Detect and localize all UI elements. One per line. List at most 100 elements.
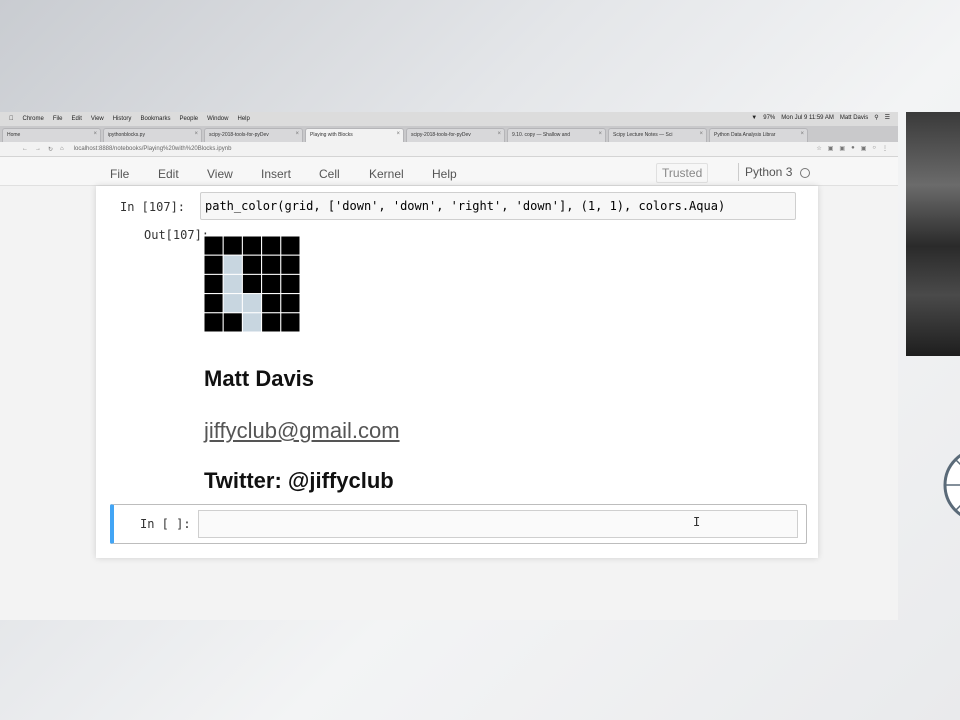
tab-label: 9.10. copy — Shallow and <box>512 132 571 138</box>
close-icon[interactable]: × <box>194 131 198 137</box>
close-icon[interactable]: × <box>699 131 703 137</box>
close-icon[interactable]: × <box>598 131 602 137</box>
tab-label: ipythonblocks.py <box>108 132 145 138</box>
extension-icon[interactable]: ▣ <box>839 145 845 152</box>
menu-history[interactable]: History <box>113 116 132 122</box>
kernel-name: Python 3 <box>745 165 793 179</box>
twitter-handle: Twitter: @jiffyclub <box>204 468 394 493</box>
extension-icon[interactable]: ● <box>851 145 855 152</box>
kernel-indicator[interactable]: Python 3 <box>738 163 816 181</box>
grid-block <box>222 312 243 332</box>
tab-scipy-2[interactable]: scipy-2018-tools-for-pyDev × <box>406 128 505 142</box>
mac-menubar:  Chrome File Edit View History Bookmark… <box>0 112 898 126</box>
close-icon[interactable]: × <box>497 131 501 137</box>
menu-help[interactable]: Help <box>237 116 249 122</box>
extension-icon[interactable]: ▣ <box>861 145 867 152</box>
grid-block <box>280 273 300 295</box>
user-name[interactable]: Matt Davis <box>840 115 868 121</box>
block-grid-output <box>204 236 300 332</box>
grid-block <box>241 293 263 314</box>
grid-block <box>280 293 300 314</box>
email-link[interactable]: jiffyclub@gmail.com <box>204 418 400 444</box>
back-icon[interactable]: ← <box>22 146 28 153</box>
grid-block <box>280 236 300 256</box>
forward-icon[interactable]: → <box>35 146 41 153</box>
grid-block <box>204 254 224 275</box>
grid-block <box>204 273 224 295</box>
grid-block <box>261 293 282 314</box>
tab-copy-docs[interactable]: 9.10. copy — Shallow and × <box>507 128 606 142</box>
code-text: path_color(grid, ['down', 'down', 'right… <box>205 199 726 213</box>
text-cursor: I <box>693 515 701 529</box>
star-icon[interactable]: ☆ <box>816 145 821 152</box>
speaker-video-thumbnail <box>906 112 960 356</box>
status-area: ▼ 97% Mon Jul 9 11:59 AM Matt Davis ⚲ ☰ <box>751 114 890 122</box>
code-cell-input[interactable]: path_color(grid, ['down', 'down', 'right… <box>200 192 796 220</box>
menu-bookmarks[interactable]: Bookmarks <box>140 116 170 122</box>
tab-label: Home <box>7 132 21 138</box>
close-icon[interactable]: × <box>396 131 400 137</box>
clock[interactable]: Mon Jul 9 11:59 AM <box>781 115 834 121</box>
grid-block <box>280 312 300 332</box>
grid-block <box>222 254 243 275</box>
input-prompt: In [107]: <box>120 200 186 214</box>
grid-block <box>241 312 263 332</box>
grid-block <box>222 236 243 256</box>
menu-view[interactable]: View <box>91 116 104 122</box>
close-icon[interactable]: × <box>93 131 97 137</box>
tab-bar: Home × ipythonblocks.py × scipy-2018-tools… <box>0 126 898 142</box>
trusted-indicator[interactable]: Trusted <box>656 163 709 183</box>
reload-icon[interactable]: ↻ <box>48 146 53 153</box>
menu-window[interactable]: Window <box>207 116 228 122</box>
more-icon[interactable]: ⋮ <box>882 145 888 152</box>
nb-menu-help[interactable]: Help <box>432 167 457 181</box>
home-icon[interactable]: ⌂ <box>60 146 64 153</box>
notebook-container: In [107]: path_color(grid, ['down', 'dow… <box>96 186 818 558</box>
grid-block <box>261 254 282 275</box>
tab-home[interactable]: Home × <box>2 128 101 142</box>
nb-menu-kernel[interactable]: Kernel <box>369 167 404 181</box>
tab-scipy-1[interactable]: scipy-2018-tools-for-pyDev × <box>204 128 303 142</box>
conference-logo-icon <box>943 453 960 517</box>
grid-block <box>222 293 243 314</box>
empty-cell-input[interactable]: I <box>198 510 798 538</box>
menu-list-icon[interactable]: ☰ <box>885 114 890 121</box>
tab-label: Python Data Analysis Librar <box>714 132 776 138</box>
tab-pandas[interactable]: Python Data Analysis Librar × <box>709 128 808 142</box>
apple-icon[interactable]:  <box>9 116 14 122</box>
nb-menu-cell[interactable]: Cell <box>319 167 340 181</box>
empty-input-prompt: In [ ]: <box>140 517 191 531</box>
nav-buttons: ← → ↻ ⌂ <box>22 146 64 153</box>
close-icon[interactable]: × <box>295 131 299 137</box>
extension-icon[interactable]: ○ <box>872 145 876 152</box>
menu-chrome[interactable]: Chrome <box>23 116 44 122</box>
menu-people[interactable]: People <box>179 116 198 122</box>
notebook-menubar: File Edit View Insert Cell Kernel Help T… <box>0 157 898 186</box>
grid-block <box>204 312 224 332</box>
url-field[interactable]: localhost:8888/notebooks/Playing%20with%… <box>74 146 232 152</box>
grid-block <box>204 293 224 314</box>
search-icon[interactable]: ⚲ <box>874 114 878 121</box>
tab-playing-with-blocks[interactable]: Playing with Blocks × <box>305 128 404 142</box>
nb-menu-insert[interactable]: Insert <box>261 167 291 181</box>
extension-icon[interactable]: ▣ <box>828 145 834 152</box>
kernel-status-icon <box>799 167 810 178</box>
nb-menu-file[interactable]: File <box>110 167 129 181</box>
grid-block <box>241 254 263 275</box>
close-icon[interactable]: × <box>800 131 804 137</box>
menu-file[interactable]: File <box>53 116 63 122</box>
wifi-icon[interactable]: ▼ <box>751 115 757 121</box>
tab-label: scipy-2018-tools-for-pyDev <box>411 132 471 138</box>
menu-edit[interactable]: Edit <box>72 116 82 122</box>
grid-block <box>261 273 282 295</box>
empty-code-cell[interactable]: In [ ]: I <box>110 504 807 544</box>
address-bar: ← → ↻ ⌂ localhost:8888/notebooks/Playing… <box>0 142 898 157</box>
nb-menu-view[interactable]: View <box>207 167 233 181</box>
grid-block <box>241 236 263 256</box>
output-prompt: Out[107]: <box>144 228 210 242</box>
nb-menu-edit[interactable]: Edit <box>158 167 179 181</box>
grid-block <box>204 236 224 256</box>
tab-label: scipy-2018-tools-for-pyDev <box>209 132 269 138</box>
tab-ipythonblocks[interactable]: ipythonblocks.py × <box>103 128 202 142</box>
tab-scipy-lecture[interactable]: Scipy Lecture Notes — Sci × <box>608 128 707 142</box>
